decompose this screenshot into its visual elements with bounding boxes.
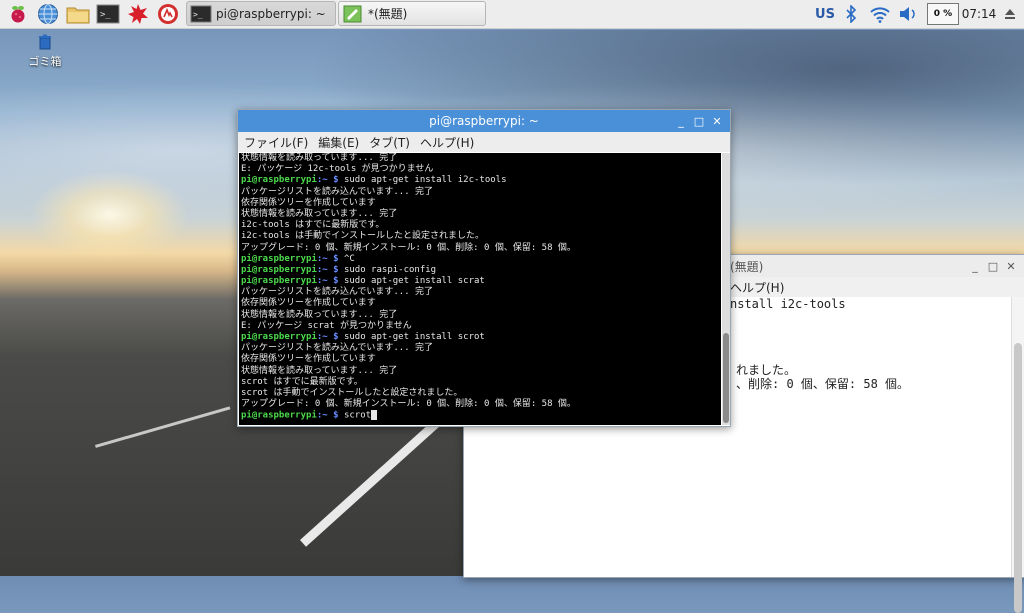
terminal-command-line: pi@raspberrypi:~ $ sudo apt-get install … xyxy=(241,332,721,343)
terminal-cursor xyxy=(371,410,378,421)
taskbar-editor-button[interactable]: *(無題) xyxy=(338,1,486,26)
svg-text:>_: >_ xyxy=(193,10,203,19)
terminal-menu-tabs[interactable]: タブ(T) xyxy=(369,134,410,151)
terminal-command-line: pi@raspberrypi:~ $ sudo raspi-config xyxy=(241,265,721,276)
terminal-output-line: 状態情報を読み取っています... 完了 xyxy=(241,309,398,320)
terminal-command-text: scrot xyxy=(338,410,372,421)
raspberry-menu-icon[interactable] xyxy=(6,3,30,25)
wifi-icon[interactable] xyxy=(868,0,892,28)
terminal-command-text: sudo apt-get install i2c-tools xyxy=(338,175,507,186)
keyboard-layout-indicator[interactable]: US xyxy=(812,0,838,28)
terminal-prompt-path: :~ $ xyxy=(316,264,339,275)
terminal-output-line: 依存関係ツリーを作成しています xyxy=(241,197,376,208)
wolfram-icon[interactable] xyxy=(156,3,180,25)
mathematica-icon[interactable] xyxy=(126,3,150,25)
terminal-prompt-user: pi@raspberrypi xyxy=(241,253,317,264)
terminal-prompt-user: pi@raspberrypi xyxy=(241,264,317,275)
editor-minimize-button[interactable]: _ xyxy=(966,257,984,275)
terminal-output-line: i2c-tools はすでに最新版です。 xyxy=(241,220,385,231)
cpu-usage-text: 0 % xyxy=(927,3,959,25)
terminal-window: pi@raspberrypi: ~ _ □ ✕ ファイル(F) 編集(E) タブ… xyxy=(237,109,731,427)
terminal-close-button[interactable]: ✕ xyxy=(708,112,726,130)
terminal-output-line: 状態情報を読み取っています... 完了 xyxy=(241,153,398,163)
editor-scrollbar[interactable] xyxy=(1011,297,1024,613)
terminal-launcher-icon[interactable]: >_ xyxy=(96,3,120,25)
terminal-output-line: アップグレード: 0 個、新規インストール: 0 個、削除: 0 個、保留: 5… xyxy=(241,399,576,410)
terminal-output-line: scrot はすでに最新版です。 xyxy=(241,376,363,387)
cpu-monitor[interactable]: 0 % xyxy=(926,0,960,28)
terminal-maximize-button[interactable]: □ xyxy=(690,112,708,130)
terminal-prompt-path: :~ $ xyxy=(316,276,339,287)
terminal-output-line: 状態情報を読み取っています... 完了 xyxy=(241,365,398,376)
terminal-menu-edit[interactable]: 編集(E) xyxy=(318,134,359,151)
terminal-command-text: sudo apt-get install scrot xyxy=(338,332,485,342)
terminal-prompt-path: :~ $ xyxy=(316,410,339,421)
terminal-output-line: E: パッケージ scrat が見つかりません xyxy=(241,320,412,331)
taskbar-terminal-button[interactable]: >_ pi@raspberrypi: ~ xyxy=(186,1,336,26)
terminal-menubar: ファイル(F) 編集(E) タブ(T) ヘルプ(H) xyxy=(238,132,730,152)
volume-icon[interactable] xyxy=(897,0,919,28)
clock[interactable]: 07:14 xyxy=(962,0,997,28)
terminal-output-line: i2c-tools は手動でインストールしたと設定されました。 xyxy=(241,231,485,242)
terminal-menu-help[interactable]: ヘルプ(H) xyxy=(420,134,474,151)
terminal-command-text: sudo raspi-config xyxy=(338,264,437,275)
editor-menu-help[interactable]: ヘルプ(H) xyxy=(730,279,784,296)
terminal-output-line: アップグレード: 0 個、新規インストール: 0 個、削除: 0 個、保留: 5… xyxy=(241,242,576,253)
taskbar-editor-label: *(無題) xyxy=(368,7,408,21)
editor-close-button[interactable]: ✕ xyxy=(1002,257,1020,275)
terminal-output-line: 依存関係ツリーを作成しています xyxy=(241,354,376,365)
eject-icon[interactable] xyxy=(1002,0,1018,28)
wallpaper-road-line xyxy=(300,412,448,547)
trash-icon xyxy=(39,34,51,50)
web-browser-icon[interactable] xyxy=(36,3,60,25)
taskbar-terminal-label: pi@raspberrypi: ~ xyxy=(216,6,326,21)
bluetooth-icon[interactable] xyxy=(842,0,860,28)
trash-label: ゴミ箱 xyxy=(28,55,62,68)
terminal-prompt-user: pi@raspberrypi xyxy=(241,410,317,421)
terminal-prompt-user: pi@raspberrypi xyxy=(241,175,317,186)
terminal-command-line: pi@raspberrypi:~ $ scrot xyxy=(241,410,721,421)
terminal-output-line: パッケージリストを読み込んでいます... 完了 xyxy=(241,343,434,354)
terminal-prompt-user: pi@raspberrypi xyxy=(241,332,317,342)
terminal-command-text: sudo apt-get install scrat xyxy=(338,276,485,287)
editor-scrollbar-thumb[interactable] xyxy=(1014,343,1022,613)
terminal-title: pi@raspberrypi: ~ xyxy=(429,114,539,128)
terminal-output-line: E: パッケージ 12c-tools が見つかりません xyxy=(241,164,434,175)
terminal-output[interactable]: 状態情報を読み取っています... 完了 E: パッケージ 12c-tools が見… xyxy=(239,153,721,425)
terminal-output-line: scrot は手動でインストールしたと設定されました。 xyxy=(241,387,463,398)
terminal-output-line: 依存関係ツリーを作成しています xyxy=(241,298,376,309)
wallpaper-road-line-2 xyxy=(95,406,231,448)
terminal-task-icon: >_ xyxy=(190,5,212,22)
desktop-trash[interactable]: ゴミ箱 xyxy=(20,34,70,69)
editor-line: 、削除: 0 個、保留: 58 個。 xyxy=(736,377,910,391)
terminal-scrollbar-thumb[interactable] xyxy=(723,333,729,423)
terminal-command-line: pi@raspberrypi:~ $ sudo apt-get install … xyxy=(241,276,721,287)
terminal-prompt-user: pi@raspberrypi xyxy=(241,276,317,287)
terminal-minimize-button[interactable]: _ xyxy=(672,112,690,130)
top-panel: >_ >_ pi@raspberrypi: ~ *(無題) US 0 % 07:… xyxy=(0,0,1024,29)
file-manager-icon[interactable] xyxy=(66,3,90,25)
terminal-menu-file[interactable]: ファイル(F) xyxy=(244,134,308,151)
terminal-output-line: パッケージリストを読み込んでいます... 完了 xyxy=(241,287,434,298)
terminal-prompt-path: :~ $ xyxy=(316,175,339,186)
editor-maximize-button[interactable]: □ xyxy=(984,257,1002,275)
terminal-command-line: pi@raspberrypi:~ $ sudo apt-get install … xyxy=(241,175,721,186)
svg-text:>_: >_ xyxy=(100,10,111,20)
terminal-output-line: 状態情報を読み取っています... 完了 xyxy=(241,208,398,219)
editor-line: nstall i2c-tools xyxy=(730,297,846,311)
terminal-output-line: パッケージリストを読み込んでいます... 完了 xyxy=(241,186,434,197)
terminal-titlebar[interactable]: pi@raspberrypi: ~ _ □ ✕ xyxy=(238,110,730,132)
terminal-command-text: ^C xyxy=(338,253,355,264)
terminal-scrollbar[interactable] xyxy=(722,153,730,425)
terminal-prompt-path: :~ $ xyxy=(316,332,339,342)
terminal-prompt-path: :~ $ xyxy=(316,253,339,264)
text-editor-task-icon xyxy=(343,5,362,22)
terminal-command-line: pi@raspberrypi:~ $ ^C xyxy=(241,254,721,265)
